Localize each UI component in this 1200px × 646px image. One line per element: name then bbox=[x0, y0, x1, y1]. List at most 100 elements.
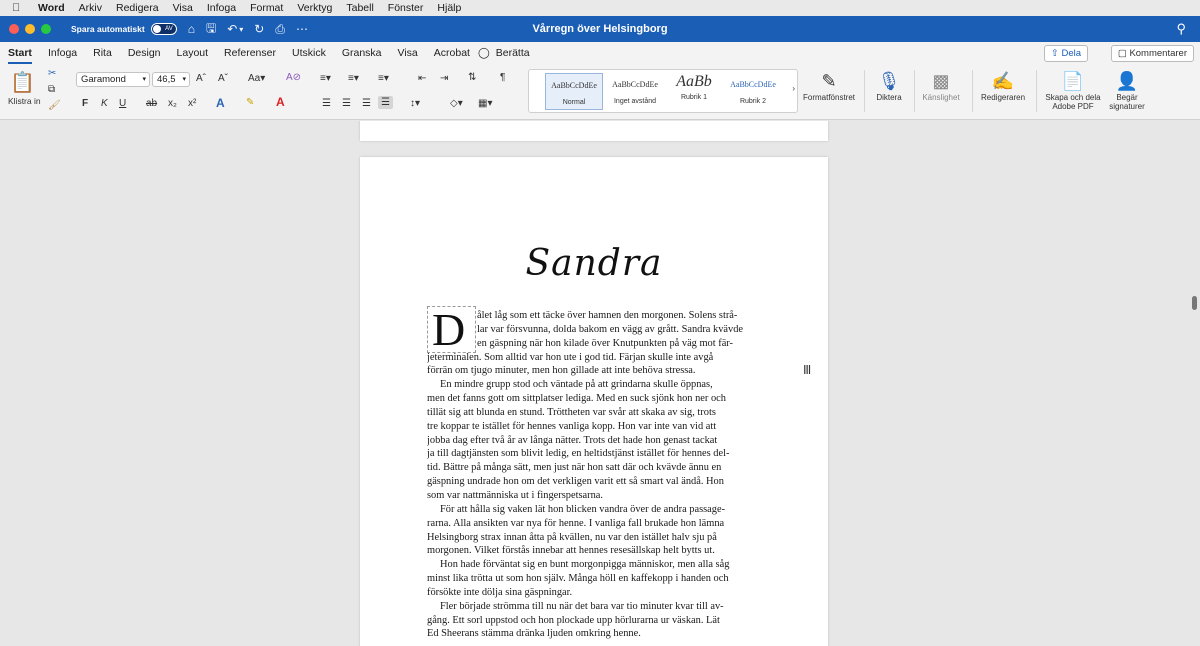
menu-tabell[interactable]: Tabell bbox=[346, 2, 373, 14]
borders-icon[interactable]: ▦▾ bbox=[478, 98, 492, 109]
menu-visa[interactable]: Visa bbox=[173, 2, 193, 14]
clear-formatting-icon[interactable]: A⊘ bbox=[286, 72, 301, 83]
strikethrough-button[interactable]: ab bbox=[146, 98, 157, 109]
menu-redigera[interactable]: Redigera bbox=[116, 2, 159, 14]
tab-start[interactable]: Start bbox=[8, 42, 32, 64]
search-icon[interactable]: ⚲ bbox=[1176, 21, 1186, 37]
sort-icon[interactable]: ⇅ bbox=[468, 72, 476, 83]
pilcrow-icon[interactable]: ¶ bbox=[500, 72, 505, 83]
paste-button[interactable]: Klistra in bbox=[8, 96, 41, 106]
text-line: som var nattmänniska ut i fingerspetsarn… bbox=[427, 489, 604, 501]
share-label: Dela bbox=[1061, 48, 1081, 59]
menu-fonster[interactable]: Fönster bbox=[388, 2, 424, 14]
comments-button[interactable]: ▢ Kommentarer bbox=[1110, 45, 1194, 62]
tab-referenser[interactable]: Referenser bbox=[224, 42, 276, 64]
document-canvas[interactable]: Sandra D ålet låg som ett täcke över ham… bbox=[0, 121, 1200, 646]
previous-page bbox=[360, 121, 828, 141]
style-preview: AaBbCcDdEe bbox=[551, 81, 597, 90]
tab-layout[interactable]: Layout bbox=[177, 42, 209, 64]
apple-icon[interactable]:  bbox=[12, 2, 26, 14]
tab-rita[interactable]: Rita bbox=[93, 42, 112, 64]
chevron-right-icon[interactable]: › bbox=[792, 84, 795, 93]
style-no-spacing[interactable]: AaBbCcDdEe Inget avstånd bbox=[606, 73, 664, 110]
line-spacing-icon[interactable]: ↕▾ bbox=[410, 98, 420, 109]
request-signatures-label: Begär signaturer bbox=[1109, 93, 1145, 111]
undo-icon[interactable]: ↶ bbox=[227, 22, 237, 36]
menu-hjalp[interactable]: Hjälp bbox=[437, 2, 461, 14]
redo-icon[interactable]: ↻ bbox=[254, 22, 264, 36]
tab-infoga[interactable]: Infoga bbox=[48, 42, 77, 64]
text-effects-icon[interactable]: A bbox=[216, 96, 225, 110]
undo-dropdown-icon[interactable]: ▾ bbox=[239, 25, 243, 34]
menu-verktyg[interactable]: Verktyg bbox=[297, 2, 332, 14]
minimize-window-button[interactable] bbox=[25, 24, 35, 34]
tab-design[interactable]: Design bbox=[128, 42, 161, 64]
highlight-icon[interactable]: ✎ bbox=[246, 97, 254, 108]
tab-acrobat[interactable]: Acrobat bbox=[434, 42, 470, 64]
more-icon[interactable]: ⋯ bbox=[296, 22, 308, 36]
style-normal[interactable]: AaBbCcDdEe Normal bbox=[545, 73, 603, 110]
underline-button[interactable]: U bbox=[119, 98, 126, 109]
align-right-icon[interactable]: ☰ bbox=[362, 98, 371, 109]
dictate-button[interactable]: 🎙 Diktera bbox=[872, 69, 906, 102]
cut-icon[interactable]: ✂ bbox=[48, 68, 56, 79]
shrink-font-icon[interactable]: Aˇ bbox=[218, 73, 228, 84]
tab-tell-me[interactable]: Berätta bbox=[496, 42, 530, 64]
editor-icon: ✍ bbox=[991, 71, 1015, 91]
text-cursor-icon: Ⅲ bbox=[803, 363, 812, 377]
autosave-toggle[interactable]: AV bbox=[150, 23, 177, 35]
close-window-button[interactable] bbox=[9, 24, 19, 34]
text-line: tre koppar te istället för hennes vanlig… bbox=[427, 420, 717, 432]
copy-icon[interactable]: ⧉ bbox=[48, 84, 55, 95]
superscript-button[interactable]: x² bbox=[188, 98, 196, 109]
tab-utskick[interactable]: Utskick bbox=[292, 42, 326, 64]
font-color-icon[interactable]: A bbox=[276, 95, 285, 109]
bullet-list-icon[interactable]: ≡▾ bbox=[320, 73, 331, 84]
change-case-icon[interactable]: Aa▾ bbox=[248, 73, 265, 84]
bold-button[interactable]: F bbox=[82, 98, 88, 109]
editor-button[interactable]: ✍ Redigeraren bbox=[978, 69, 1028, 102]
text-line: Hon hade förväntat sig en bunt morgonpig… bbox=[440, 559, 730, 571]
grow-font-icon[interactable]: Aˆ bbox=[196, 73, 206, 84]
text-line: rarna. Alla ansikten var nya för henne. … bbox=[427, 517, 725, 529]
text-line: jeterminalen. Som alltid var hon ute i g… bbox=[427, 351, 714, 363]
print-icon[interactable]: ⎙ bbox=[275, 22, 285, 37]
format-painter-icon[interactable]: 🖌 bbox=[48, 100, 61, 111]
menu-app-word[interactable]: Word bbox=[38, 2, 65, 14]
font-size-select[interactable]: 46,5 ▾ bbox=[152, 72, 190, 87]
text-line: jobba dag efter två år av långa nätter. … bbox=[427, 434, 718, 446]
align-center-icon[interactable]: ☰ bbox=[342, 98, 351, 109]
menu-infoga[interactable]: Infoga bbox=[207, 2, 236, 14]
zoom-window-button[interactable] bbox=[41, 24, 51, 34]
save-icon[interactable]: 🖫 bbox=[206, 19, 216, 40]
text-line: försökte inte dölja sina gäspningar. bbox=[427, 586, 573, 598]
subscript-button[interactable]: x₂ bbox=[168, 98, 177, 109]
request-signatures-button[interactable]: 👤 Begär signaturer bbox=[1104, 69, 1150, 111]
share-button[interactable]: ⇧ Dela bbox=[1043, 45, 1088, 62]
home-icon[interactable]: ⌂ bbox=[188, 22, 195, 36]
sensitivity-button[interactable]: ▩ Känslighet bbox=[918, 69, 964, 102]
multilevel-list-icon[interactable]: ≡▾ bbox=[378, 73, 389, 84]
tab-granska[interactable]: Granska bbox=[342, 42, 382, 64]
numbered-list-icon[interactable]: ≡▾ bbox=[348, 73, 359, 84]
menu-arkiv[interactable]: Arkiv bbox=[79, 2, 102, 14]
font-name-select[interactable]: Garamond ▾ bbox=[76, 72, 150, 87]
paste-icon[interactable]: 📋 bbox=[10, 70, 35, 95]
create-pdf-button[interactable]: 📄 Skapa och dela Adobe PDF bbox=[1042, 69, 1104, 111]
justify-icon[interactable]: ☰ bbox=[378, 96, 393, 109]
vertical-scrollbar[interactable] bbox=[1192, 296, 1197, 310]
increase-indent-icon[interactable]: ⇥ bbox=[440, 73, 448, 84]
dictate-label: Diktera bbox=[876, 93, 902, 102]
style-heading-1[interactable]: AaBb Rubrik 1 bbox=[665, 73, 723, 110]
tab-visa[interactable]: Visa bbox=[398, 42, 418, 64]
decrease-indent-icon[interactable]: ⇤ bbox=[418, 73, 426, 84]
format-pane-button[interactable]: ✎ Formatfönstret bbox=[800, 69, 858, 102]
shading-icon[interactable]: ◇▾ bbox=[450, 98, 463, 109]
document-page[interactable]: Sandra D ålet låg som ett täcke över ham… bbox=[360, 157, 828, 646]
menu-format[interactable]: Format bbox=[250, 2, 283, 14]
signature-icon: 👤 bbox=[1115, 71, 1139, 91]
text-line: morgonen. Vilket förstås innebar att hen… bbox=[427, 545, 715, 557]
align-left-icon[interactable]: ☰ bbox=[322, 98, 331, 109]
italic-button[interactable]: K bbox=[101, 98, 108, 109]
style-heading-2[interactable]: AaBbCcDdEe Rubrik 2 bbox=[725, 73, 781, 110]
